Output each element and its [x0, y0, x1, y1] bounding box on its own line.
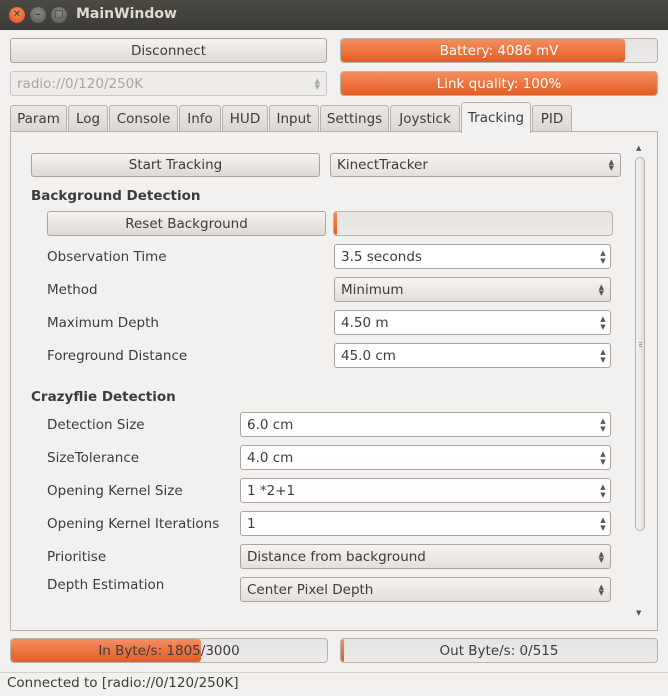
- size-tolerance-value: 4.0 cm: [247, 449, 294, 466]
- updown-arrows-icon: ▲ ▼: [598, 282, 604, 297]
- detection-size-spinbox[interactable]: 6.0 cm ▲ ▼: [240, 412, 611, 437]
- background-progress-bar: [333, 211, 613, 236]
- tab-input[interactable]: Input: [269, 105, 319, 132]
- tab-settings[interactable]: Settings: [320, 105, 389, 132]
- tab-tracking[interactable]: Tracking: [461, 102, 531, 133]
- disconnect-button[interactable]: Disconnect: [10, 38, 327, 63]
- link-quality-text: Link quality: 100%: [436, 75, 562, 92]
- opening-kernel-iterations-spinbox[interactable]: 1 ▲ ▼: [240, 511, 611, 536]
- updown-arrows-icon: ▲ ▼: [598, 549, 604, 564]
- out-bytes-text: Out Byte/s: 0/515: [439, 642, 559, 659]
- detection-size-label: Detection Size: [47, 417, 145, 433]
- tab-info[interactable]: Info: [179, 105, 221, 132]
- spin-arrows-icon[interactable]: ▲ ▼: [596, 446, 610, 469]
- depth-estimation-label: Depth Estimation: [47, 577, 165, 593]
- battery-progress-bar: Battery: 4086 mV: [340, 38, 658, 63]
- foreground-distance-spinbox[interactable]: 45.0 cm ▲ ▼: [334, 343, 611, 368]
- tab-param[interactable]: Param: [10, 105, 67, 132]
- status-text: Connected to [radio://0/120/250K]: [7, 675, 239, 691]
- opening-kernel-size-value: 1 *2+1: [247, 482, 296, 499]
- link-quality-progress-bar: Link quality: 100%: [340, 71, 658, 96]
- spin-arrows-icon[interactable]: ▲ ▼: [596, 344, 610, 367]
- opening-kernel-iterations-value: 1: [247, 515, 256, 532]
- size-tolerance-label: SizeTolerance: [47, 450, 140, 466]
- updown-arrows-icon: ▲ ▼: [608, 158, 614, 172]
- prioritise-value: Distance from background: [247, 548, 426, 565]
- observation-time-label: Observation Time: [47, 249, 167, 265]
- spin-arrows-icon[interactable]: ▲ ▼: [596, 413, 610, 436]
- scrollbar-thumb[interactable]: [635, 157, 645, 531]
- detection-size-value: 6.0 cm: [247, 416, 294, 433]
- foreground-distance-value: 45.0 cm: [341, 347, 396, 364]
- observation-time-spinbox[interactable]: 3.5 seconds ▲ ▼: [334, 244, 611, 269]
- scroll-up-arrow-icon[interactable]: ▲: [636, 144, 641, 152]
- in-bytes-progress-bar: In Byte/s: 1805/3000: [10, 638, 328, 663]
- maximum-depth-value: 4.50 m: [341, 314, 389, 331]
- minimize-icon: –: [35, 9, 41, 20]
- prioritise-select[interactable]: Distance from background ▲ ▼: [240, 544, 611, 569]
- minimize-window-button[interactable]: –: [30, 7, 46, 23]
- maximize-window-button[interactable]: □: [51, 7, 67, 23]
- tab-hud[interactable]: HUD: [222, 105, 268, 132]
- tab-log[interactable]: Log: [68, 105, 108, 132]
- crazyflie-detection-heading: Crazyflie Detection: [31, 389, 176, 405]
- title-bar: ✕ – □ MainWindow: [0, 0, 668, 30]
- updown-arrows-icon: ▲ ▼: [314, 76, 320, 91]
- tracker-select[interactable]: KinectTracker ▲ ▼: [330, 153, 621, 177]
- background-progress-fill: [334, 212, 337, 235]
- observation-time-value: 3.5 seconds: [341, 248, 422, 265]
- method-value: Minimum: [341, 281, 404, 298]
- battery-text: Battery: 4086 mV: [439, 42, 559, 59]
- maximum-depth-label: Maximum Depth: [47, 315, 159, 331]
- opening-kernel-size-spinbox[interactable]: 1 *2+1 ▲ ▼: [240, 478, 611, 503]
- tab-joystick[interactable]: Joystick: [390, 105, 460, 132]
- tab-console[interactable]: Console: [109, 105, 178, 132]
- size-tolerance-spinbox[interactable]: 4.0 cm ▲ ▼: [240, 445, 611, 470]
- method-select[interactable]: Minimum ▲ ▼: [334, 277, 611, 302]
- radio-uri-select[interactable]: radio://0/120/250K ▲ ▼: [10, 71, 327, 96]
- tab-pid[interactable]: PID: [532, 105, 572, 132]
- radio-uri-value: radio://0/120/250K: [17, 75, 144, 92]
- in-bytes-text: In Byte/s: 1805/3000: [98, 642, 240, 659]
- close-window-button[interactable]: ✕: [9, 7, 25, 23]
- updown-arrows-icon: ▲ ▼: [598, 582, 604, 597]
- maximize-icon: □: [54, 9, 64, 20]
- status-bar: Connected to [radio://0/120/250K]: [0, 672, 668, 696]
- reset-background-button[interactable]: Reset Background: [47, 211, 326, 236]
- depth-estimation-select[interactable]: Center Pixel Depth ▲ ▼: [240, 577, 611, 602]
- close-icon: ✕: [12, 9, 22, 20]
- start-tracking-button[interactable]: Start Tracking: [31, 153, 320, 177]
- spin-arrows-icon[interactable]: ▲ ▼: [596, 479, 610, 502]
- opening-kernel-size-label: Opening Kernel Size: [47, 483, 183, 499]
- window-title: MainWindow: [76, 6, 177, 22]
- maximum-depth-spinbox[interactable]: 4.50 m ▲ ▼: [334, 310, 611, 335]
- method-label: Method: [47, 282, 98, 298]
- foreground-distance-label: Foreground Distance: [47, 348, 188, 364]
- spin-arrows-icon[interactable]: ▲ ▼: [596, 512, 610, 535]
- depth-estimation-value: Center Pixel Depth: [247, 581, 374, 598]
- background-detection-heading: Background Detection: [31, 188, 201, 204]
- scroll-down-arrow-icon[interactable]: ▼: [636, 609, 641, 617]
- tracker-select-value: KinectTracker: [337, 157, 428, 173]
- spin-arrows-icon[interactable]: ▲ ▼: [596, 311, 610, 334]
- opening-kernel-iterations-label: Opening Kernel Iterations: [47, 516, 220, 532]
- prioritise-label: Prioritise: [47, 549, 107, 565]
- spin-arrows-icon[interactable]: ▲ ▼: [596, 245, 610, 268]
- out-bytes-progress-bar: Out Byte/s: 0/515: [340, 638, 658, 663]
